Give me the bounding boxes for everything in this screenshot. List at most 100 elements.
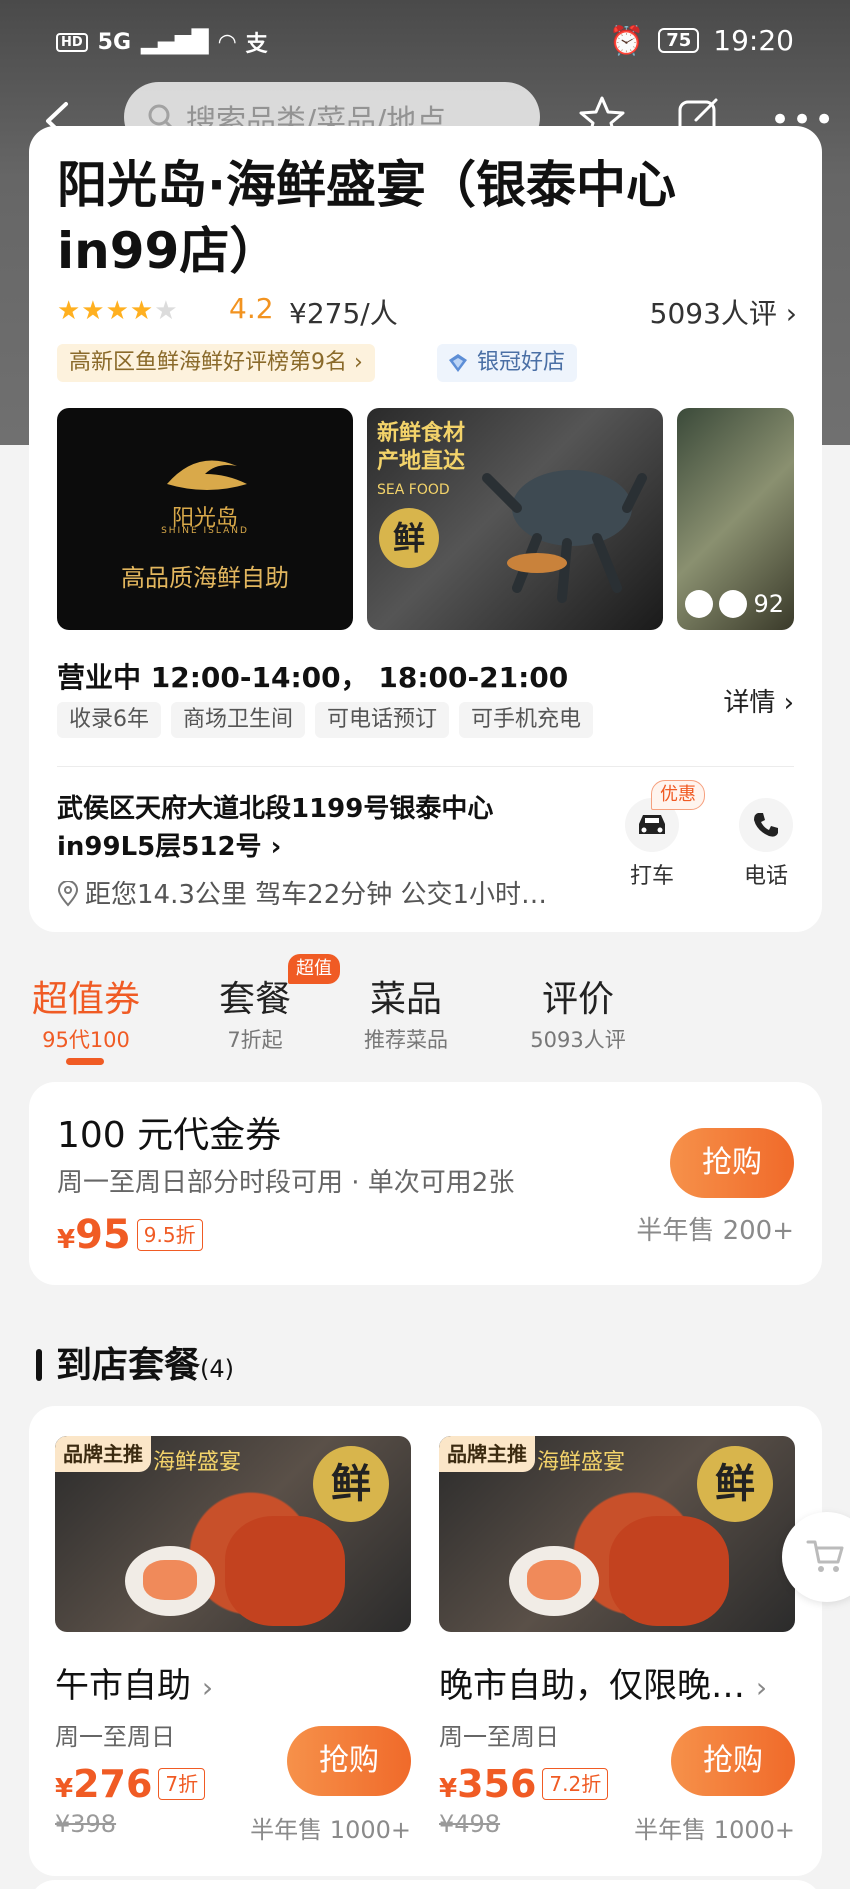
deal-tabs: 超值券 95代100 套餐 7折起 超值 菜品 推荐菜品 评价 5093人评 — [0, 954, 850, 1070]
crown-gem-icon — [449, 354, 467, 372]
chevron-right-icon: › — [354, 350, 363, 375]
taxi-button[interactable]: 打车 — [617, 798, 687, 890]
set-sold: 半年售 1000+ — [250, 1816, 411, 1844]
voucher-price: ¥95 9.5折 — [57, 1212, 203, 1258]
tab-label: 超值券 — [31, 979, 140, 1020]
alarm-icon: ⏰ — [609, 24, 645, 57]
set-buy-button[interactable]: 抢购 — [287, 1726, 411, 1796]
chevron-right-icon: › — [755, 1671, 768, 1704]
set-meal-image: 海鲜盛宴 鲜 品牌主推 — [439, 1436, 795, 1632]
pay-icon: 支 — [245, 32, 268, 57]
phone-icon-wrap — [739, 798, 793, 852]
camera-icon — [719, 590, 748, 618]
photo-count: 92 — [685, 590, 784, 618]
photo-logo[interactable]: 阳光岛 SHINE ISLAND 高品质海鲜自助 — [57, 408, 353, 630]
super-value-badge: 超值 — [288, 954, 340, 984]
brand-tag: 品牌主推 — [55, 1436, 151, 1472]
rating-stars-icon: ★★★★★ — [57, 296, 179, 326]
chevron-right-icon: › — [785, 297, 797, 330]
price-value: 95 — [75, 1212, 131, 1258]
image-headline: 海鲜盛宴 — [153, 1450, 242, 1475]
status-right: ⏰ 75 19:20 — [609, 24, 794, 57]
fresh-tag: 新鲜食材 产地直达 — [377, 421, 466, 474]
voucher-buy-button[interactable]: 抢购 — [670, 1128, 794, 1198]
set-meals-card: 海鲜盛宴 鲜 品牌主推 午市自助 › 周一至周日 ¥276 7折 ¥398 抢购 … — [29, 1406, 822, 1876]
wifi-icon: ◠ — [218, 29, 236, 55]
discount-badge: 7.2折 — [542, 1768, 609, 1800]
king-crab-image-icon — [609, 1516, 729, 1626]
section-count: (4) — [200, 1355, 235, 1383]
signal-icon: 5G — [97, 29, 132, 55]
photo-crab[interactable]: 新鲜食材 产地直达 SEA FOOD 鲜 — [367, 408, 663, 630]
photo-gallery[interactable]: 阳光岛 SHINE ISLAND 高品质海鲜自助 新鲜食材 产地直达 SEA F… — [57, 408, 794, 630]
tab-sub: 推荐菜品 — [364, 1028, 448, 1052]
review-count-link[interactable]: 5093人评 › — [650, 292, 797, 332]
silver-badge-label: 银冠好店 — [477, 350, 566, 375]
fresh-char-badge: 鲜 — [697, 1446, 773, 1522]
salmon-image-icon — [143, 1560, 197, 1600]
king-crab-image-icon — [225, 1516, 345, 1626]
next-card-peek — [29, 1880, 822, 1889]
brand-tag: 品牌主推 — [439, 1436, 535, 1472]
set-meal-price: ¥356 7.2折 — [439, 1762, 609, 1806]
video-icon — [685, 590, 714, 618]
set-buy-button[interactable]: 抢购 — [671, 1726, 795, 1796]
image-headline: 海鲜盛宴 — [537, 1450, 626, 1475]
ranking-badge-label: 高新区鱼鲜海鲜好评榜第9名 — [69, 350, 347, 375]
tab-vouchers[interactable]: 超值券 95代100 — [28, 970, 144, 1054]
shine-island-logo-icon — [167, 460, 247, 490]
voucher-card[interactable]: 100 元代金券 周一至周日部分时段可用 · 单次可用2张 ¥95 9.5折 抢购… — [29, 1082, 822, 1285]
price-per-person: ¥275/人 — [289, 297, 398, 330]
rating-score: 4.2 — [229, 292, 274, 325]
silver-crown-badge[interactable]: 银冠好店 — [437, 344, 578, 382]
set-sold: 半年售 1000+ — [634, 1816, 795, 1844]
status-bar: HD 5G ▂▄▆█ ◠ 支 ⏰ 75 19:20 — [0, 0, 850, 80]
bars-icon: ▂▄▆█ — [141, 29, 209, 55]
set-meal-item[interactable]: 海鲜盛宴 鲜 品牌主推 晚市自助，仅限晚… › 周一至周日 ¥356 7.2折 ¥… — [439, 1436, 795, 1844]
divider — [57, 766, 794, 767]
set-meal-price: ¥276 7折 — [55, 1762, 206, 1806]
logo-slogan: 高品质海鲜自助 — [121, 564, 289, 592]
facility-tag: 商场卫生间 — [171, 702, 306, 738]
tab-reviews[interactable]: 评价 5093人评 — [520, 970, 636, 1054]
logo-sub: SHINE ISLAND — [161, 526, 249, 536]
salmon-image-icon — [527, 1560, 581, 1600]
chevron-right-icon: › — [783, 688, 794, 718]
section-title-text: 到店套餐 — [56, 1345, 201, 1386]
details-link[interactable]: 详情 › — [723, 682, 794, 719]
tab-sub: 95代100 — [42, 1028, 130, 1052]
photo-abalone[interactable]: 92 — [677, 408, 794, 630]
currency-symbol: ¥ — [439, 1774, 458, 1804]
business-hours: 营业中 12:00-14:00， 18:00-21:00 — [57, 661, 569, 694]
currency-symbol: ¥ — [55, 1774, 74, 1804]
discount-badge: 9.5折 — [136, 1219, 203, 1251]
facility-tag: 可手机充电 — [459, 702, 594, 738]
facility-tag: 可电话预订 — [315, 702, 450, 738]
tab-dishes[interactable]: 菜品 推荐菜品 — [358, 970, 454, 1054]
section-bar — [36, 1349, 42, 1381]
facility-tags: 收录6年 商场卫生间 可电话预订 可手机充电 — [57, 702, 594, 738]
voucher-desc: 周一至周日部分时段可用 · 单次可用2张 — [57, 1168, 515, 1198]
battery-icon: 75 — [658, 28, 700, 53]
tab-set-meals[interactable]: 套餐 7折起 — [210, 970, 300, 1054]
set-meal-item[interactable]: 海鲜盛宴 鲜 品牌主推 午市自助 › 周一至周日 ¥276 7折 ¥398 抢购 … — [55, 1436, 411, 1844]
set-meal-name: 晚市自助，仅限晚… — [439, 1666, 745, 1706]
currency-symbol: ¥ — [57, 1225, 76, 1255]
phone-label: 电话 — [743, 864, 788, 889]
rating-row: ★★★★★ 4.2 ¥275/人 5093人评 › — [57, 292, 797, 332]
chevron-right-icon: › — [201, 1671, 214, 1704]
set-meal-image: 海鲜盛宴 鲜 品牌主推 — [55, 1436, 411, 1632]
phone-button[interactable]: 电话 — [731, 798, 801, 890]
facility-tag: 收录6年 — [57, 702, 161, 738]
fresh-char-badge: 鲜 — [379, 508, 439, 568]
taxi-label: 打车 — [629, 864, 674, 889]
car-icon — [639, 815, 665, 834]
address-link[interactable]: 武侯区天府大道北段1199号银泰中心in99L5层512号 › — [57, 790, 527, 866]
fresh-char-badge: 鲜 — [313, 1446, 389, 1522]
ranking-badge[interactable]: 高新区鱼鲜海鲜好评榜第9名 › — [57, 344, 375, 382]
hd-indicator: HD — [56, 32, 88, 52]
price-value: 356 — [457, 1762, 537, 1806]
voucher-sold: 半年售 200+ — [636, 1216, 794, 1246]
sea-food-label: SEA FOOD — [377, 482, 450, 498]
details-label: 详情 — [723, 688, 776, 718]
